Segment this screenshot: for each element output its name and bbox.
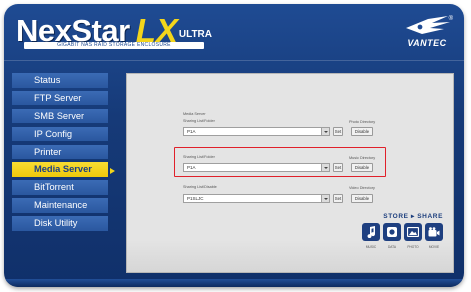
row3-folder-select[interactable]: P1SLJC	[183, 194, 330, 203]
share-label-data: DATA	[387, 245, 397, 249]
chevron-down-icon[interactable]	[321, 128, 329, 135]
row3-directory-label: Video Directory	[349, 186, 375, 190]
header-divider	[4, 60, 464, 61]
logo-tagline: GIGABIT NAS RAID STORAGE ENCLOSURE	[24, 42, 204, 49]
frame-bottom-bar	[4, 279, 464, 287]
share-label-photo: PHOTO	[407, 245, 419, 249]
row3-share-label: Sharing List/Disable	[183, 185, 217, 189]
row1-disable-button[interactable]: Disable	[351, 127, 373, 136]
share-icon-row	[361, 223, 443, 243]
chevron-down-icon[interactable]	[321, 195, 329, 202]
row1-folder-select[interactable]: P1A	[183, 127, 330, 136]
store-share-title: STORE ▸ SHARE	[383, 213, 443, 220]
app-frame: NexStar LX ULTRA GIGABIT NAS RAID STORAG…	[4, 4, 464, 287]
sidebar-item-media-server[interactable]: Media Server	[12, 162, 108, 178]
sidebar-item-ftp-server[interactable]: FTP Server	[12, 90, 108, 106]
sidebar-item-ip-config[interactable]: IP Config	[12, 126, 108, 142]
music-icon	[362, 223, 380, 241]
row1-set-button[interactable]: Set	[333, 127, 343, 136]
share-label-row: MUSIC DATA PHOTO MOVIE	[361, 245, 443, 249]
brand-logo: ® VANTEC	[398, 8, 456, 54]
row3-disable-button[interactable]: Disable	[351, 194, 373, 203]
camera-icon	[383, 223, 401, 241]
sidebar-item-printer[interactable]: Printer	[12, 144, 108, 160]
row1-share-label: Sharing List/Folder	[183, 119, 215, 123]
section-title: Media Server	[183, 112, 206, 116]
photo-icon	[404, 223, 422, 241]
sidebar-nav: Status FTP Server SMB Server IP Config P…	[12, 73, 108, 234]
highlight-box	[174, 147, 386, 177]
sidebar-item-smb-server[interactable]: SMB Server	[12, 108, 108, 124]
row3-folder-value: P1SLJC	[187, 196, 204, 201]
sidebar-item-maintenance[interactable]: Maintenance	[12, 198, 108, 213]
share-label-movie: MOVIE	[428, 245, 440, 249]
sidebar-item-bittorrent[interactable]: BitTorrent	[12, 180, 108, 195]
active-indicator-arrow-icon	[110, 168, 115, 174]
row1-folder-value: P1A	[187, 129, 196, 134]
brand-registered-mark: ®	[448, 16, 453, 22]
sidebar-item-status[interactable]: Status	[12, 73, 108, 88]
movie-icon	[425, 223, 443, 241]
sidebar-item-disk-utility[interactable]: Disk Utility	[12, 216, 108, 231]
brand-name: VANTEC	[407, 38, 447, 48]
row3-set-button[interactable]: Set	[333, 194, 343, 203]
share-label-music: MUSIC	[365, 245, 377, 249]
row1-directory-label: Photo Directory	[349, 120, 376, 124]
logo-ultra: ULTRA	[178, 29, 212, 40]
store-share-badge: STORE ▸ SHARE MUSIC DATA PHOTO MOVIE	[359, 212, 443, 258]
